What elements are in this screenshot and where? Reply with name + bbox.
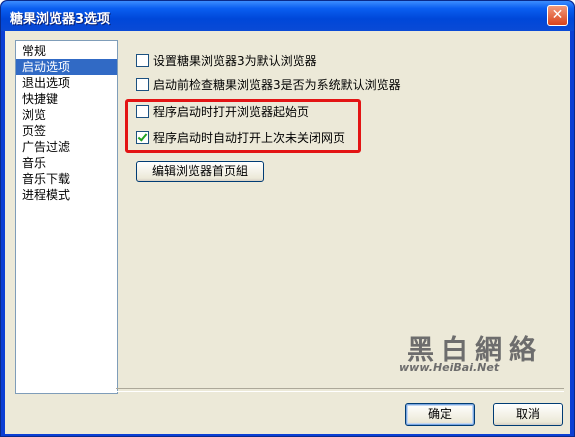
edit-homepage-group-button[interactable]: 编辑浏览器首页組 — [136, 161, 264, 182]
check-default-browser-option[interactable]: 启动前检查糖果浏览器3是否为系统默认浏览器 — [136, 76, 401, 93]
open-homepage-label: 程序启动时打开浏览器起始页 — [153, 105, 310, 119]
open-homepage-option[interactable]: 程序启动时打开浏览器起始页 — [136, 103, 309, 120]
set-default-checkbox[interactable] — [136, 54, 149, 67]
dialog-body: 常规 启动选项 退出选项 快捷键 浏览 页签 广告过滤 音乐 音乐下载 进程模式… — [5, 31, 570, 434]
nav-item-music-download[interactable]: 音乐下载 — [16, 171, 117, 187]
nav-item-browsing[interactable]: 浏览 — [16, 107, 117, 123]
close-icon: ✕ — [551, 7, 564, 23]
nav-item-shortcuts[interactable]: 快捷键 — [16, 91, 117, 107]
ok-button[interactable]: 确定 — [405, 403, 475, 426]
nav-item-ad-filter[interactable]: 广告过滤 — [16, 139, 117, 155]
options-dialog: 糖果浏览器3选项 ✕ 常规 启动选项 退出选项 快捷键 浏览 页签 广告过滤 音… — [0, 0, 575, 437]
window-title: 糖果浏览器3选项 — [10, 12, 111, 27]
nav-item-tabs[interactable]: 页签 — [16, 123, 117, 139]
set-default-label: 设置糖果浏览器3为默认浏览器 — [153, 54, 317, 68]
watermark: 黑白網絡 www.HeiBai.Net — [397, 328, 547, 380]
cancel-button[interactable]: 取消 — [493, 403, 563, 426]
title-bar[interactable]: 糖果浏览器3选项 ✕ — [1, 1, 574, 31]
check-default-label: 启动前检查糖果浏览器3是否为系统默认浏览器 — [153, 78, 401, 92]
restore-pages-checkbox[interactable] — [136, 131, 149, 144]
set-default-browser-option[interactable]: 设置糖果浏览器3为默认浏览器 — [136, 52, 317, 69]
check-default-checkbox[interactable] — [136, 78, 149, 91]
restore-pages-option[interactable]: 程序启动时自动打开上次未关闭网页 — [136, 129, 345, 146]
category-list[interactable]: 常规 启动选项 退出选项 快捷键 浏览 页签 广告过滤 音乐 音乐下载 进程模式 — [15, 40, 118, 394]
restore-pages-label: 程序启动时自动打开上次未关闭网页 — [153, 131, 346, 145]
watermark-url: www.HeiBai.Net — [399, 361, 500, 374]
nav-item-process-mode[interactable]: 进程模式 — [16, 187, 117, 203]
open-homepage-checkbox[interactable] — [136, 105, 149, 118]
nav-item-startup-options[interactable]: 启动选项 — [16, 59, 117, 75]
nav-item-general[interactable]: 常规 — [16, 43, 117, 59]
nav-item-exit-options[interactable]: 退出选项 — [16, 75, 117, 91]
divider — [116, 388, 564, 392]
close-button[interactable]: ✕ — [547, 5, 568, 26]
nav-item-music[interactable]: 音乐 — [16, 155, 117, 171]
